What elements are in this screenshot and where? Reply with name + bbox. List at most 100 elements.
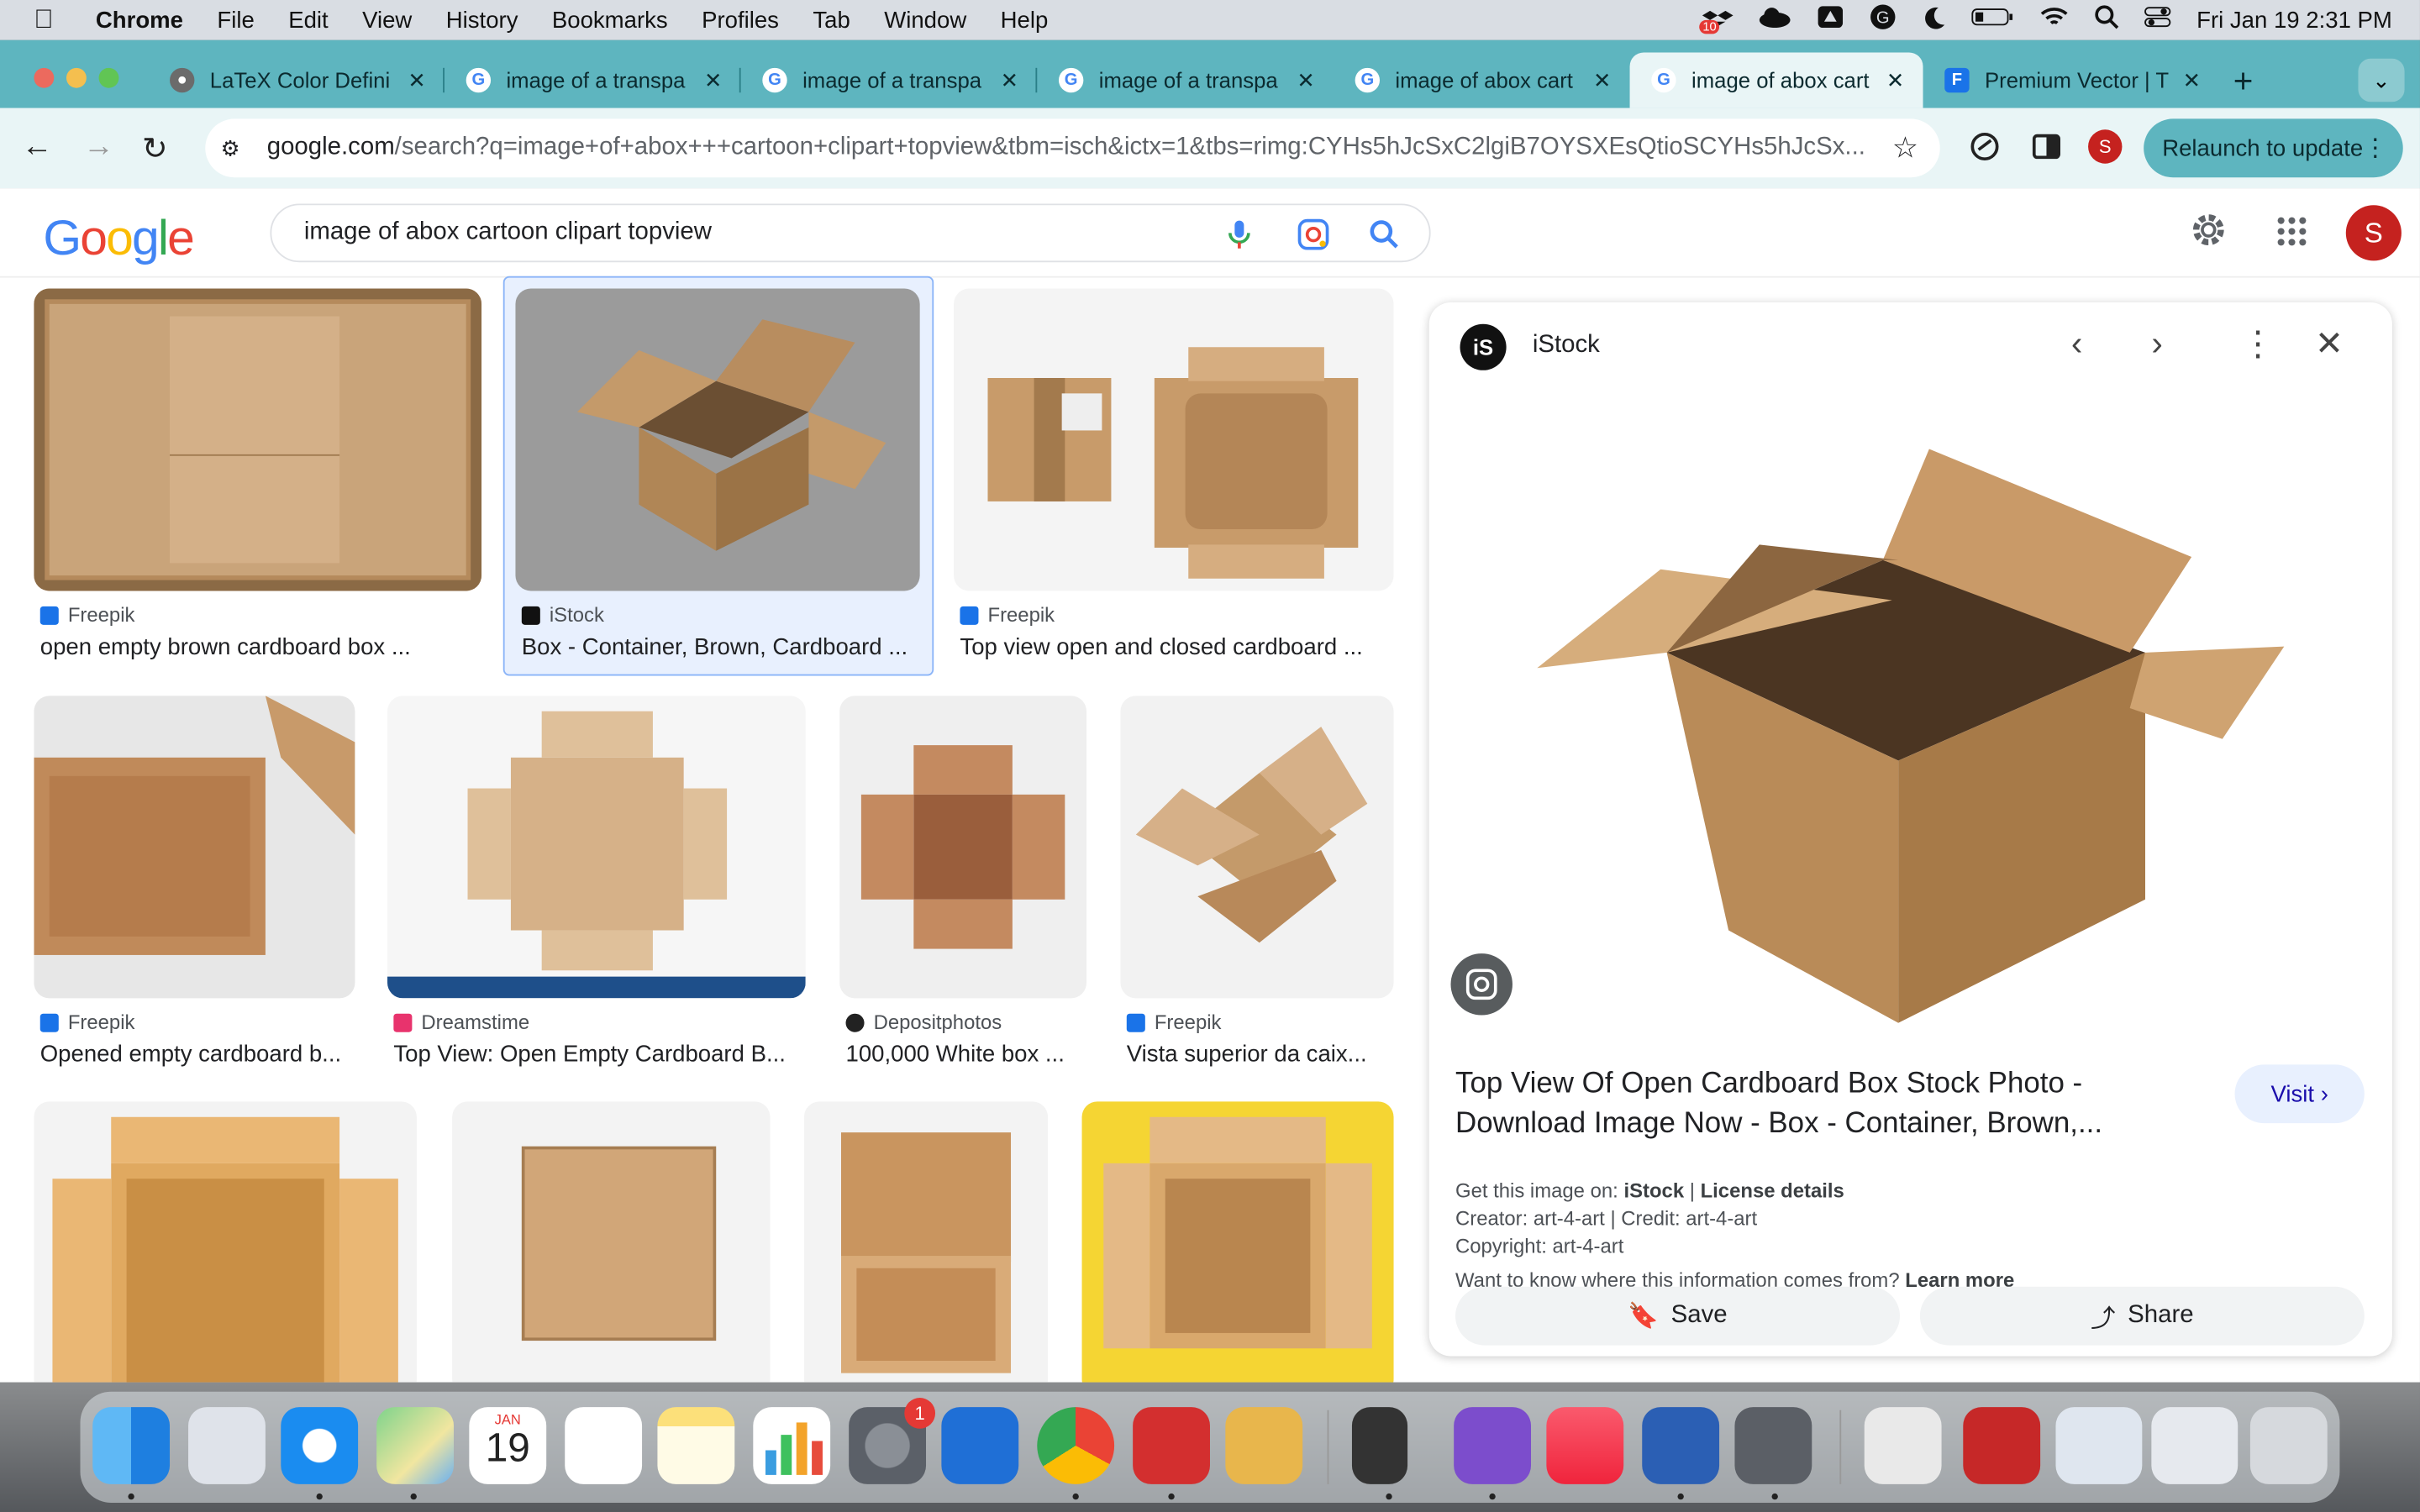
more-vert-icon[interactable]: ⋮	[2363, 133, 2387, 164]
tab-image-transparent-1[interactable]: G image of a transpa ✕	[445, 52, 741, 108]
tab-image-transparent-3[interactable]: G image of a transpa ✕	[1037, 52, 1334, 108]
screenshot-thumbnail-icon[interactable]	[2151, 1407, 2238, 1484]
google-account-avatar[interactable]: S	[2345, 205, 2402, 261]
acrobat-document-icon[interactable]	[1963, 1407, 2041, 1484]
acrobat-icon[interactable]	[1133, 1407, 1210, 1484]
spotlight-search-icon[interactable]	[2095, 5, 2119, 36]
tab-search-button[interactable]: ⌄	[2358, 58, 2405, 102]
result-caption[interactable]: Top View: Open Empty Cardboard B...	[393, 1042, 805, 1068]
settings-gear-icon[interactable]	[2188, 210, 2228, 258]
music-icon[interactable]	[1546, 1407, 1624, 1484]
system-settings-icon[interactable]: 1	[849, 1398, 936, 1484]
relaunch-button[interactable]: Relaunch to update ⋮	[2144, 118, 2403, 178]
extension-icon[interactable]	[1970, 131, 2003, 165]
wifi-icon[interactable]	[2039, 5, 2070, 36]
image-title-link[interactable]: Top View Of Open Cardboard Box Stock Pho…	[1455, 1064, 2165, 1145]
close-tab-icon[interactable]: ✕	[1593, 67, 1612, 93]
archive-utility-icon[interactable]	[1225, 1407, 1303, 1484]
result-caption[interactable]: open empty brown cardboard box ...	[40, 634, 488, 660]
istock-link[interactable]: iStock	[1623, 1179, 1684, 1202]
tab-premium-vector[interactable]: F Premium Vector | T ✕	[1923, 52, 2220, 108]
result-caption[interactable]: Opened empty cardboard b...	[40, 1042, 355, 1068]
launchpad-icon[interactable]	[188, 1407, 266, 1484]
battery-icon[interactable]	[1971, 6, 2014, 34]
menu-edit[interactable]: Edit	[288, 7, 328, 33]
screenshot-thumbnail-icon[interactable]	[2055, 1407, 2143, 1484]
terminal-icon[interactable]	[1351, 1407, 1408, 1484]
result-thumbnail[interactable]	[954, 288, 1394, 591]
grammarly-icon[interactable]: G	[1870, 3, 1897, 37]
close-tab-icon[interactable]: ✕	[1886, 67, 1905, 93]
numbers-icon[interactable]	[753, 1407, 831, 1484]
result-thumbnail[interactable]	[1120, 696, 1394, 999]
panel-source-name[interactable]: iStock	[1533, 332, 1600, 360]
menu-app-name[interactable]: Chrome	[96, 7, 183, 33]
result-thumbnail[interactable]	[803, 1101, 1049, 1383]
safari-icon[interactable]	[281, 1407, 359, 1484]
share-button[interactable]: ⤴ Share	[1919, 1286, 2365, 1346]
menu-profiles[interactable]: Profiles	[702, 7, 779, 33]
clock-datetime[interactable]: Fri Jan 19 2:31 PM	[2196, 7, 2392, 33]
bookmark-star-icon[interactable]: ☆	[1892, 130, 1918, 165]
lens-search-icon[interactable]	[1450, 953, 1512, 1016]
tab-image-transparent-2[interactable]: G image of a transpa ✕	[741, 52, 1038, 108]
menu-file[interactable]: File	[217, 7, 254, 33]
reload-button[interactable]: ↻	[142, 129, 168, 168]
license-details-link[interactable]: License details	[1701, 1179, 1844, 1202]
trash-icon[interactable]	[2249, 1407, 2328, 1484]
site-info-icon[interactable]: ⚙	[221, 135, 245, 161]
back-button[interactable]: ←	[22, 129, 53, 165]
close-tab-icon[interactable]: ✕	[408, 67, 426, 93]
result-thumbnail[interactable]	[452, 1101, 771, 1383]
address-bar[interactable]: ⚙ google.com/search?q=image+of+abox+++ca…	[205, 118, 1940, 178]
result-caption[interactable]: Top view open and closed cardboard ...	[960, 634, 1393, 660]
moon-icon[interactable]	[1922, 5, 1946, 36]
menu-window[interactable]: Window	[884, 7, 966, 33]
next-image-button[interactable]: ›	[2151, 324, 2162, 365]
tab-latex-color[interactable]: ● LaTeX Color Defini ✕	[148, 52, 445, 108]
save-button[interactable]: 🔖 Save	[1455, 1286, 1900, 1346]
result-thumbnail[interactable]	[34, 696, 355, 999]
result-thumbnail[interactable]	[34, 1101, 417, 1383]
maps-icon[interactable]	[376, 1407, 454, 1484]
preview-image[interactable]	[1465, 390, 2353, 1039]
profile-avatar[interactable]: S	[2088, 129, 2123, 164]
reminders-icon[interactable]	[565, 1407, 643, 1484]
result-caption[interactable]: 100,000 White box ...	[846, 1042, 1087, 1068]
close-tab-icon[interactable]: ✕	[1297, 67, 1315, 93]
search-box[interactable]: image of abox cartoon clipart topview	[270, 203, 1431, 263]
result-thumbnail[interactable]	[515, 288, 920, 591]
result-caption[interactable]: Vista superior da caix...	[1127, 1042, 1394, 1068]
search-icon[interactable]	[1367, 218, 1401, 251]
dropbox-icon[interactable]: 10	[1699, 8, 1734, 34]
apps-grid-icon[interactable]	[2276, 216, 2307, 255]
drive-icon[interactable]	[1817, 5, 1844, 36]
calendar-icon[interactable]: JAN 19	[469, 1407, 547, 1484]
close-tab-icon[interactable]: ✕	[704, 67, 723, 93]
menu-history[interactable]: History	[446, 7, 518, 33]
maximize-window-button[interactable]	[98, 67, 119, 88]
menu-tab[interactable]: Tab	[813, 7, 850, 33]
github-desktop-icon[interactable]	[1454, 1407, 1532, 1484]
menu-view[interactable]: View	[362, 7, 412, 33]
tab-image-abox-1[interactable]: G image of abox cart ✕	[1334, 52, 1630, 108]
microphone-icon[interactable]	[1223, 218, 1256, 251]
close-tab-icon[interactable]: ✕	[2183, 67, 2202, 93]
texmaker-icon[interactable]	[1734, 1407, 1812, 1484]
forward-button[interactable]: →	[83, 129, 114, 165]
result-thumbnail[interactable]	[34, 288, 482, 591]
menu-bookmarks[interactable]: Bookmarks	[552, 7, 668, 33]
word-icon[interactable]	[1642, 1407, 1720, 1484]
result-thumbnail[interactable]	[839, 696, 1087, 999]
minimize-window-button[interactable]	[66, 67, 87, 88]
apple-icon[interactable]: 	[34, 5, 61, 36]
chrome-icon[interactable]	[1037, 1407, 1115, 1484]
cloud-icon[interactable]	[1758, 6, 1791, 34]
result-thumbnail[interactable]	[1081, 1101, 1394, 1383]
control-center-icon[interactable]	[2144, 5, 2172, 36]
close-tab-icon[interactable]: ✕	[1001, 67, 1019, 93]
more-options-icon[interactable]: ⋮	[2241, 324, 2275, 365]
finder-icon[interactable]	[92, 1407, 171, 1484]
close-window-button[interactable]	[34, 67, 55, 88]
google-logo[interactable]: Google	[43, 210, 194, 267]
